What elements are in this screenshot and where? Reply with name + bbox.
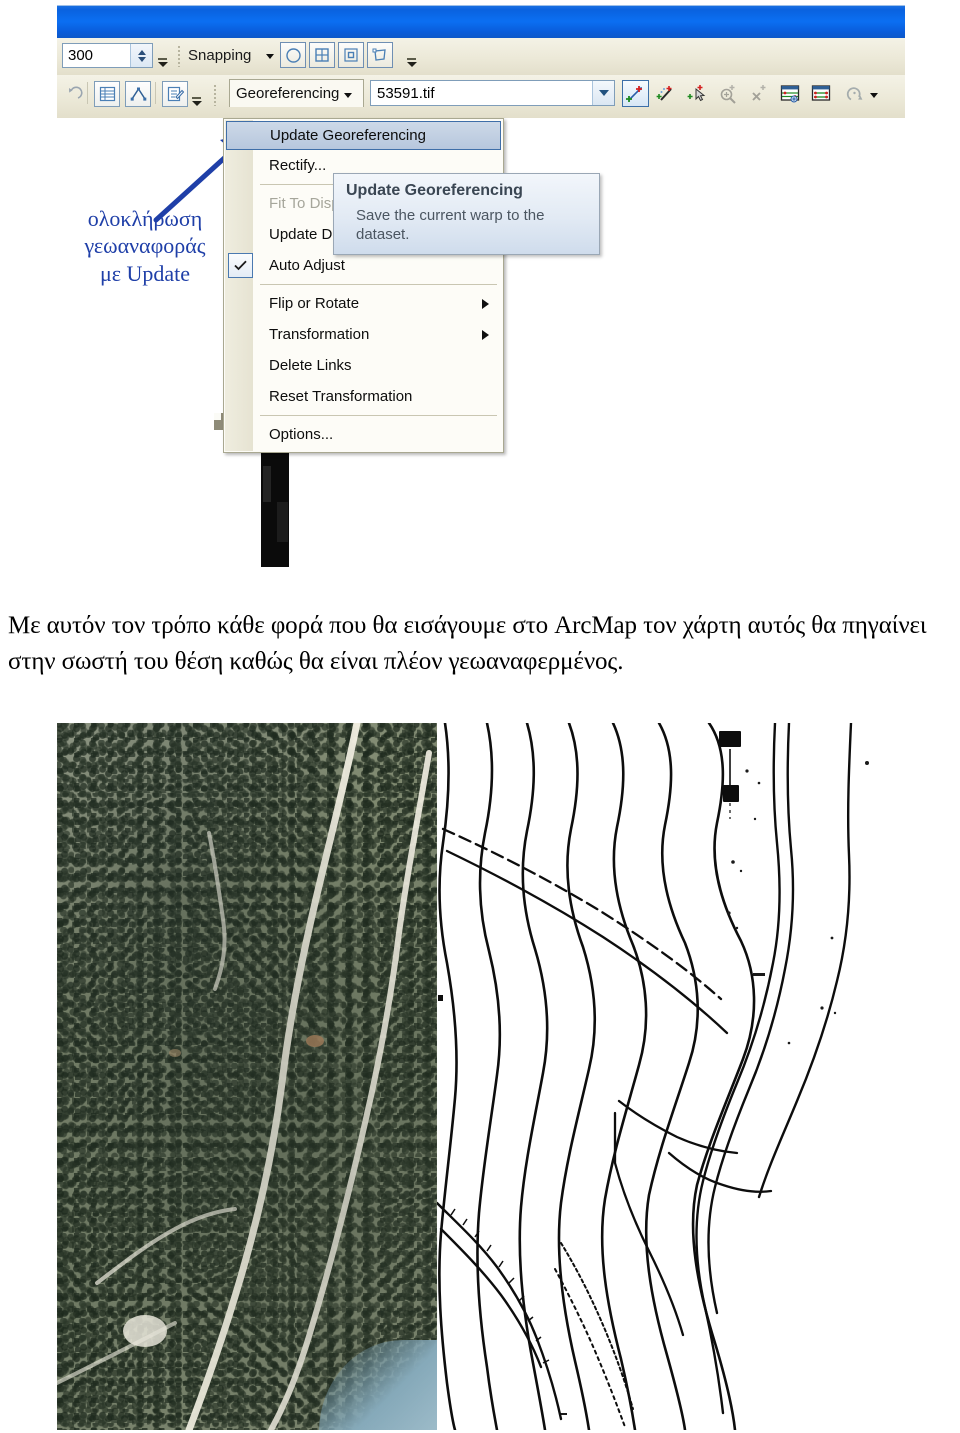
grid-square-icon	[315, 48, 329, 62]
stepper-arrows[interactable]	[130, 44, 152, 67]
toolbar-grip-2[interactable]	[213, 84, 217, 106]
snap-to-vertex-button[interactable]	[280, 42, 306, 68]
aerial-photo	[57, 723, 439, 1430]
chevron-down-icon[interactable]	[137, 56, 146, 62]
circle-icon	[285, 47, 301, 63]
auto-registration-button[interactable]	[653, 80, 680, 107]
georeferencing-toolbar: Georeferencing 53591.tif	[57, 75, 905, 118]
chevron-down-icon[interactable]	[592, 81, 614, 105]
sketch-properties-button[interactable]	[125, 81, 151, 107]
menu-item-delete-links[interactable]: Delete Links	[224, 350, 503, 381]
menu-item-transformation[interactable]: Transformation	[224, 319, 503, 350]
menu-item-label: Auto Adjust	[269, 257, 345, 274]
snap-to-edge-button[interactable]	[309, 42, 335, 68]
menu-item-label: Transformation	[269, 326, 370, 343]
tooltip-body: Save the current warp to the dataset.	[356, 207, 545, 244]
menu-item-tooltip: Update Georeferencing Save the current w…	[333, 173, 600, 256]
tooltip-title: Update Georeferencing	[346, 182, 523, 199]
table-rows-icon	[99, 86, 115, 102]
snapping-tolerance-value: 300	[68, 47, 94, 64]
snapping-toolbar: 300 Snapping	[57, 38, 905, 75]
snap-to-endpoint-button[interactable]	[338, 42, 364, 68]
georeferencing-dropdown-menu: Update Georeferencing Rectify... Fit To …	[223, 118, 504, 453]
menu-separator-2	[260, 284, 497, 285]
edit-sketch-button[interactable]	[162, 81, 188, 107]
menu-item-label: Options...	[269, 426, 334, 443]
checkmark-icon	[228, 253, 253, 278]
georeferencing-menu-label: Georeferencing	[236, 85, 340, 102]
georeferencing-menu-button[interactable]: Georeferencing	[229, 79, 364, 107]
undo-arrow-icon	[69, 86, 83, 99]
chevron-down-icon[interactable]	[870, 93, 878, 98]
link-table-icon	[780, 84, 800, 102]
triangle-vertices-icon	[130, 87, 146, 101]
snapping-tolerance-stepper[interactable]: 300	[62, 43, 153, 68]
polygon-icon	[372, 48, 386, 61]
menu-item-reset-transformation[interactable]: Reset Transformation	[224, 381, 503, 412]
chevron-right-icon	[482, 298, 489, 309]
snapping-menu-label[interactable]: Snapping	[188, 47, 251, 64]
georeferenced-map-figure	[57, 723, 905, 1430]
rotate-button[interactable]	[841, 80, 868, 107]
form-pencil-icon	[167, 86, 184, 102]
annotation-line-3: με Update	[99, 260, 191, 286]
delete-point-icon	[752, 85, 766, 101]
menu-separator-3	[260, 415, 497, 416]
zoom-to-link-button[interactable]	[715, 80, 742, 107]
menu-item-label: Delete Links	[269, 357, 352, 374]
annotation-line-1: ολοκλήρωση	[87, 206, 203, 231]
menu-item-label: Flip or Rotate	[269, 295, 360, 312]
chevron-right-icon	[482, 329, 489, 340]
delete-link-button[interactable]	[746, 80, 773, 107]
undo-button[interactable]	[61, 81, 87, 107]
link-table-2-button[interactable]	[808, 80, 835, 107]
georeference-layer-combo[interactable]: 53591.tif	[370, 80, 615, 106]
body-paragraph: Με αυτόν τον τρόπο κάθε φορά που θα εισά…	[8, 612, 927, 675]
toolbar-overflow-icon-3[interactable]	[191, 84, 202, 106]
menu-item-label: Update Georeferencing	[270, 127, 426, 144]
link-table-alt-icon	[811, 84, 831, 101]
toolbar-separator-2	[155, 82, 156, 104]
toolbar-grip[interactable]	[177, 45, 181, 67]
select-link-button[interactable]	[684, 80, 711, 107]
toolbar-overflow-icon-2[interactable]	[406, 45, 417, 67]
snap-to-intersection-button[interactable]	[367, 42, 393, 68]
cursor-point-icon	[687, 85, 706, 102]
arcmap-screenshot: 300 Snapping Georeferencing 53591.tif	[57, 5, 905, 118]
chevron-down-icon[interactable]	[344, 93, 353, 98]
menu-item-label: Rectify...	[269, 157, 327, 174]
toolbar-separator	[87, 82, 88, 104]
menu-item-label: Reset Transformation	[269, 388, 413, 405]
view-link-table-button[interactable]	[777, 80, 804, 107]
chevron-up-icon[interactable]	[137, 49, 146, 55]
square-outline-icon	[344, 48, 358, 62]
snapping-buttons-group	[280, 42, 396, 68]
chevron-down-icon[interactable]	[266, 54, 274, 59]
toolbar-overflow-icon[interactable]	[157, 45, 168, 67]
add-control-points-button[interactable]	[622, 80, 649, 107]
greek-annotation: ολοκλήρωση γεωαναφοράς με Update	[60, 205, 230, 287]
window-titlebar	[57, 5, 905, 38]
annotation-line-2: γεωαναφοράς	[84, 233, 206, 259]
menu-item-options[interactable]: Options...	[224, 419, 503, 450]
attributes-button[interactable]	[94, 81, 120, 107]
scanned-topographic-map	[437, 723, 905, 1430]
magic-wand-point-icon	[656, 86, 672, 101]
map-dark-strip	[261, 444, 289, 567]
georeference-layer-value: 53591.tif	[377, 84, 435, 102]
sea-water-area	[319, 1340, 439, 1430]
control-point-arrow-icon	[626, 86, 642, 102]
magnifier-plus-point-icon	[720, 85, 736, 104]
menu-item-update-georeferencing[interactable]: Update Georeferencing	[226, 121, 501, 150]
rotate-icon	[846, 87, 863, 101]
menu-item-flip-or-rotate[interactable]: Flip or Rotate	[224, 288, 503, 319]
